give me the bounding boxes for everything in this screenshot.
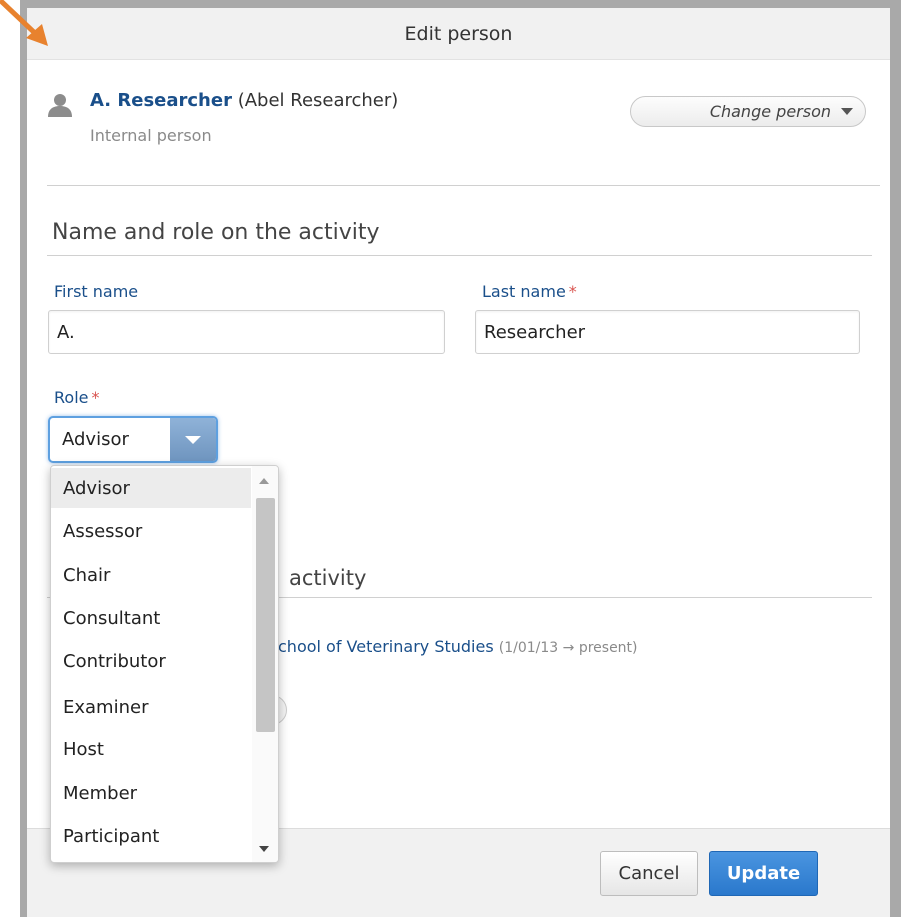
role-dropdown-list: Advisor Assessor Chair Consultant Contri… <box>50 465 279 863</box>
person-type: Internal person <box>90 126 212 145</box>
role-option[interactable]: Contributor <box>51 641 251 681</box>
required-marker: * <box>568 282 577 301</box>
update-button[interactable]: Update <box>709 851 818 896</box>
scrollbar-thumb[interactable] <box>256 498 275 732</box>
divider <box>47 185 880 186</box>
section-title: Name and role on the activity <box>52 220 380 245</box>
role-select[interactable]: Advisor <box>48 416 218 463</box>
section-divider <box>47 255 872 256</box>
role-select-value: Advisor <box>62 429 129 450</box>
last-name-label: Last name * <box>482 282 577 301</box>
dialog-title: Edit person <box>27 8 890 60</box>
annotation-arrow-icon <box>0 0 48 46</box>
role-option[interactable]: Assessor <box>51 511 251 551</box>
chevron-down-icon[interactable] <box>170 418 216 461</box>
role-option[interactable]: Advisor <box>51 468 251 508</box>
affiliation-dates: (1/01/13 → present) <box>498 640 638 656</box>
chevron-down-icon <box>841 108 853 115</box>
section-title-partial: activity <box>289 566 367 590</box>
role-option[interactable]: Chair <box>51 555 251 595</box>
affiliation-link[interactable]: chool of Veterinary Studies (1/01/13 → p… <box>278 637 638 656</box>
first-name-label: First name <box>54 282 139 301</box>
role-option[interactable]: Examiner <box>51 687 251 727</box>
required-marker: * <box>91 388 100 407</box>
role-option[interactable]: Consultant <box>51 598 251 638</box>
change-person-label: Change person <box>709 102 831 121</box>
last-name-input[interactable]: Researcher <box>475 310 860 354</box>
scroll-down-icon[interactable] <box>259 846 269 852</box>
person-link[interactable]: A. Researcher <box>90 90 232 111</box>
role-label: Role * <box>54 388 100 407</box>
person-name: A. Researcher (Abel Researcher) <box>90 90 398 111</box>
person-icon <box>48 94 72 117</box>
change-person-button[interactable]: Change person <box>630 96 866 127</box>
role-option[interactable]: Participant <box>51 816 251 856</box>
dropdown-scrollbar[interactable] <box>252 466 278 862</box>
scroll-up-icon[interactable] <box>259 478 269 484</box>
person-full-name: (Abel Researcher) <box>237 90 399 111</box>
first-name-input[interactable]: A. <box>48 310 445 354</box>
role-option[interactable]: Member <box>51 773 251 813</box>
role-option[interactable]: Host <box>51 729 251 769</box>
cancel-button[interactable]: Cancel <box>600 851 698 896</box>
